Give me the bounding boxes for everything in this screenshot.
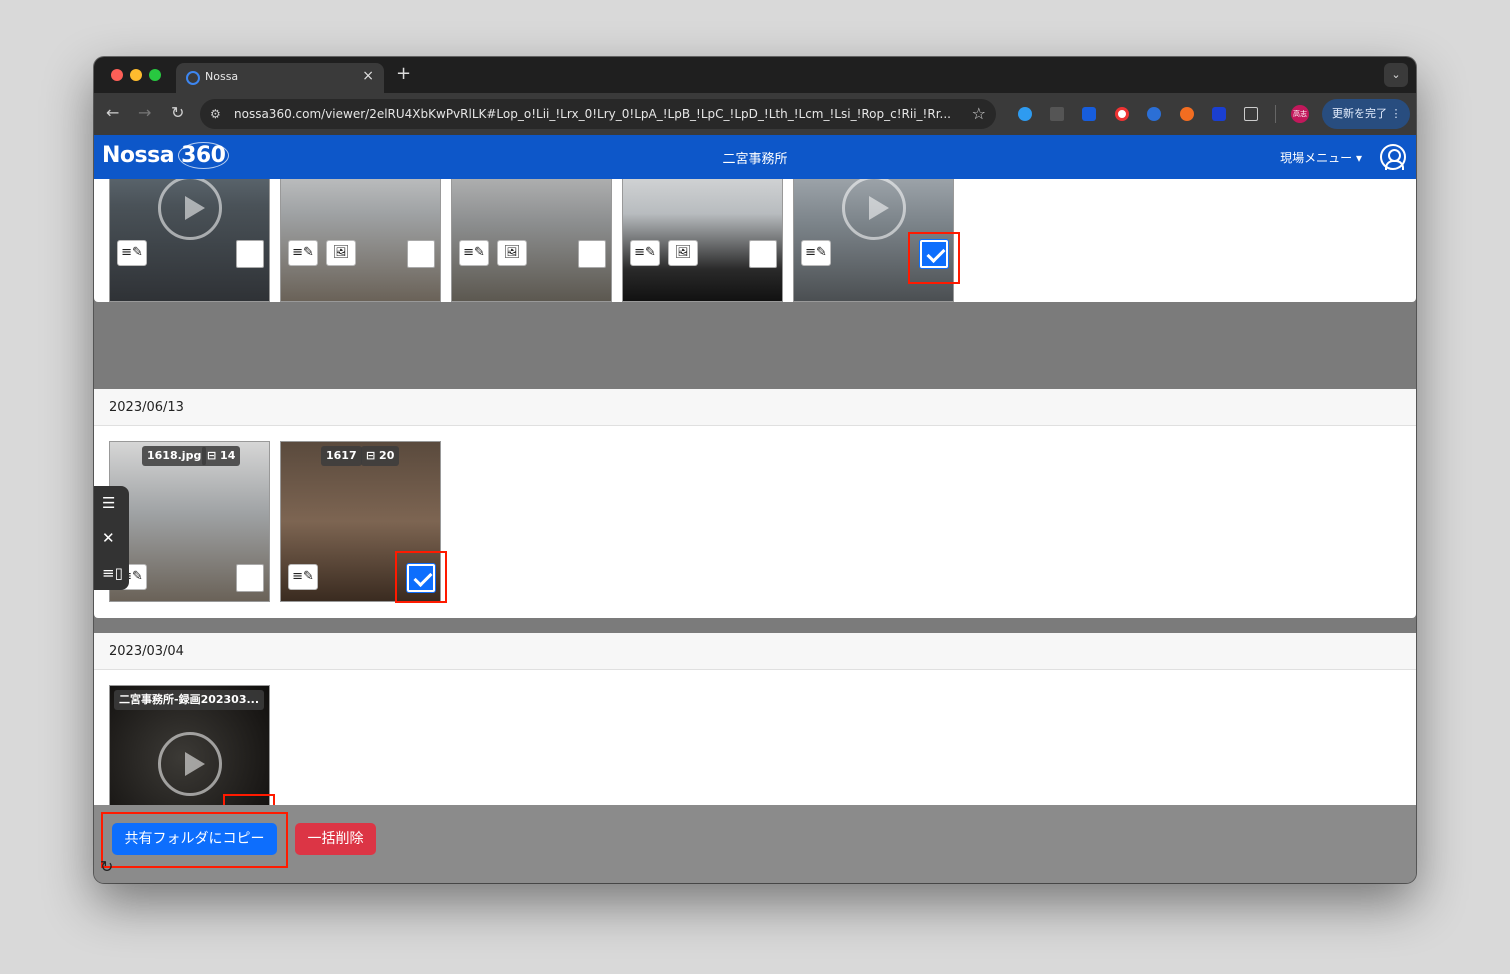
select-checkbox[interactable] bbox=[236, 564, 264, 592]
site-title: 二宮事務所 bbox=[722, 152, 788, 167]
memo-edit-icon[interactable]: ≡✎ bbox=[630, 240, 660, 266]
minimize-window-button[interactable] bbox=[130, 69, 142, 81]
bulk-delete-button[interactable]: 一括削除 bbox=[295, 823, 376, 855]
memo-edit-icon[interactable]: ≡✎ bbox=[288, 564, 318, 590]
media-section: 2023/06/13 1618.jpg ⊟ 14 ≡✎ 1617 ⊟ 20 ≡✎ bbox=[94, 389, 1416, 618]
bulk-action-bar: 共有フォルダにコピー 一括削除 ↻ bbox=[94, 805, 1416, 883]
profile-avatar[interactable]: 高志 bbox=[1291, 105, 1309, 123]
play-icon bbox=[158, 732, 222, 796]
toolbar-divider bbox=[1275, 105, 1276, 123]
user-account-icon[interactable] bbox=[1380, 144, 1406, 170]
media-thumbnail[interactable]: ≡✎ 🖼 bbox=[622, 179, 783, 302]
highlight-box bbox=[101, 812, 288, 868]
memo-edit-icon[interactable]: ≡✎ bbox=[288, 240, 318, 266]
section-date: 2023/03/04 bbox=[94, 633, 1416, 670]
browser-window: Nossa × + ⌄ ← → ↻ ⚙ nossa360.com/viewer/… bbox=[94, 57, 1416, 883]
qr-extension-icon[interactable] bbox=[1050, 107, 1064, 121]
image-link-icon[interactable]: 🖼 bbox=[326, 240, 356, 266]
tab-close-icon[interactable]: × bbox=[362, 68, 374, 84]
browser-toolbar: ← → ↻ ⚙ nossa360.com/viewer/2elRU4XbKwPv… bbox=[94, 93, 1416, 135]
nossa-favicon-icon bbox=[186, 71, 200, 85]
blue-extension-icon[interactable] bbox=[1212, 107, 1226, 121]
thumbnail-count: ⊟ 14 bbox=[202, 446, 241, 466]
thumbnail-filename: 1618.jpg bbox=[142, 446, 207, 466]
tab-strip: Nossa × + ⌄ bbox=[94, 57, 1416, 93]
image-link-icon[interactable]: 🖼 bbox=[497, 240, 527, 266]
select-checkbox[interactable] bbox=[407, 240, 435, 268]
tab-search-button[interactable]: ⌄ bbox=[1384, 63, 1408, 87]
media-section-top: ≡✎ ≡✎ 🖼 ≡✎ 🖼 ≡✎ 🖼 ≡✎ bbox=[94, 179, 1416, 302]
reload-icon[interactable]: ↻ bbox=[171, 103, 184, 122]
media-thumbnail[interactable]: ≡✎ 🖼 bbox=[280, 179, 441, 302]
forward-arrow-icon[interactable]: → bbox=[138, 103, 151, 122]
tab-title: Nossa bbox=[205, 70, 239, 83]
thumbnail-filename: 二宮事務所-録画202303... bbox=[114, 690, 265, 710]
media-thumbnail[interactable]: ≡✎ bbox=[109, 179, 270, 302]
back-arrow-icon[interactable]: ← bbox=[106, 103, 119, 122]
close-window-button[interactable] bbox=[111, 69, 123, 81]
select-checkbox[interactable] bbox=[749, 240, 777, 268]
bookmark-star-icon[interactable]: ☆ bbox=[972, 104, 986, 123]
refresh-icon[interactable]: ↻ bbox=[100, 857, 113, 876]
site-menu-dropdown[interactable]: 現場メニュー ▾ bbox=[1280, 149, 1362, 166]
panel-toggle-icon[interactable]: ≡▯ bbox=[102, 564, 123, 582]
thumbnail-filename: 1617 bbox=[321, 446, 362, 466]
memo-edit-icon[interactable]: ≡✎ bbox=[117, 240, 147, 266]
bolt-extension-icon[interactable] bbox=[1147, 107, 1161, 121]
browser-tab[interactable]: Nossa × bbox=[176, 63, 384, 93]
record-extension-icon[interactable] bbox=[1115, 107, 1129, 121]
address-bar[interactable]: ⚙ nossa360.com/viewer/2elRU4XbKwPvRlLK#L… bbox=[200, 99, 996, 129]
image-link-icon[interactable]: 🖼 bbox=[668, 240, 698, 266]
orange-extension-icon[interactable] bbox=[1180, 107, 1194, 121]
play-icon bbox=[842, 179, 906, 240]
list-icon[interactable]: ☰ bbox=[102, 494, 115, 512]
media-thumbnail[interactable]: 1618.jpg ⊟ 14 ≡✎ bbox=[109, 441, 270, 602]
play-icon bbox=[158, 179, 222, 240]
extensions-puzzle-icon[interactable] bbox=[1244, 107, 1258, 121]
side-drawer: ☰ ✕ ≡▯ bbox=[94, 486, 129, 590]
section-date: 2023/06/13 bbox=[94, 389, 1416, 426]
highlight-box bbox=[395, 551, 447, 603]
site-settings-icon[interactable]: ⚙ bbox=[210, 107, 221, 121]
close-icon[interactable]: ✕ bbox=[102, 529, 115, 547]
bitwarden-extension-icon[interactable] bbox=[1082, 107, 1096, 121]
maximize-window-button[interactable] bbox=[149, 69, 161, 81]
thumbnail-count: ⊟ 20 bbox=[361, 446, 400, 466]
memo-edit-icon[interactable]: ≡✎ bbox=[459, 240, 489, 266]
memo-edit-icon[interactable]: ≡✎ bbox=[801, 240, 831, 266]
new-tab-button[interactable]: + bbox=[396, 63, 411, 84]
content-area: ≡✎ ≡✎ 🖼 ≡✎ 🖼 ≡✎ 🖼 ≡✎ 2023/06/13 1618.jpg… bbox=[94, 179, 1416, 883]
select-checkbox[interactable] bbox=[578, 240, 606, 268]
select-checkbox[interactable] bbox=[236, 240, 264, 268]
media-thumbnail[interactable]: ≡✎ 🖼 bbox=[451, 179, 612, 302]
app-header: Nossa 360 二宮事務所 現場メニュー ▾ bbox=[94, 135, 1416, 179]
url-text[interactable]: nossa360.com/viewer/2elRU4XbKwPvRlLK#Lop… bbox=[234, 107, 964, 121]
highlight-box bbox=[908, 232, 960, 284]
diamond-extension-icon[interactable] bbox=[1018, 107, 1032, 121]
update-browser-button[interactable]: 更新を完了 ⋮ bbox=[1322, 99, 1410, 129]
